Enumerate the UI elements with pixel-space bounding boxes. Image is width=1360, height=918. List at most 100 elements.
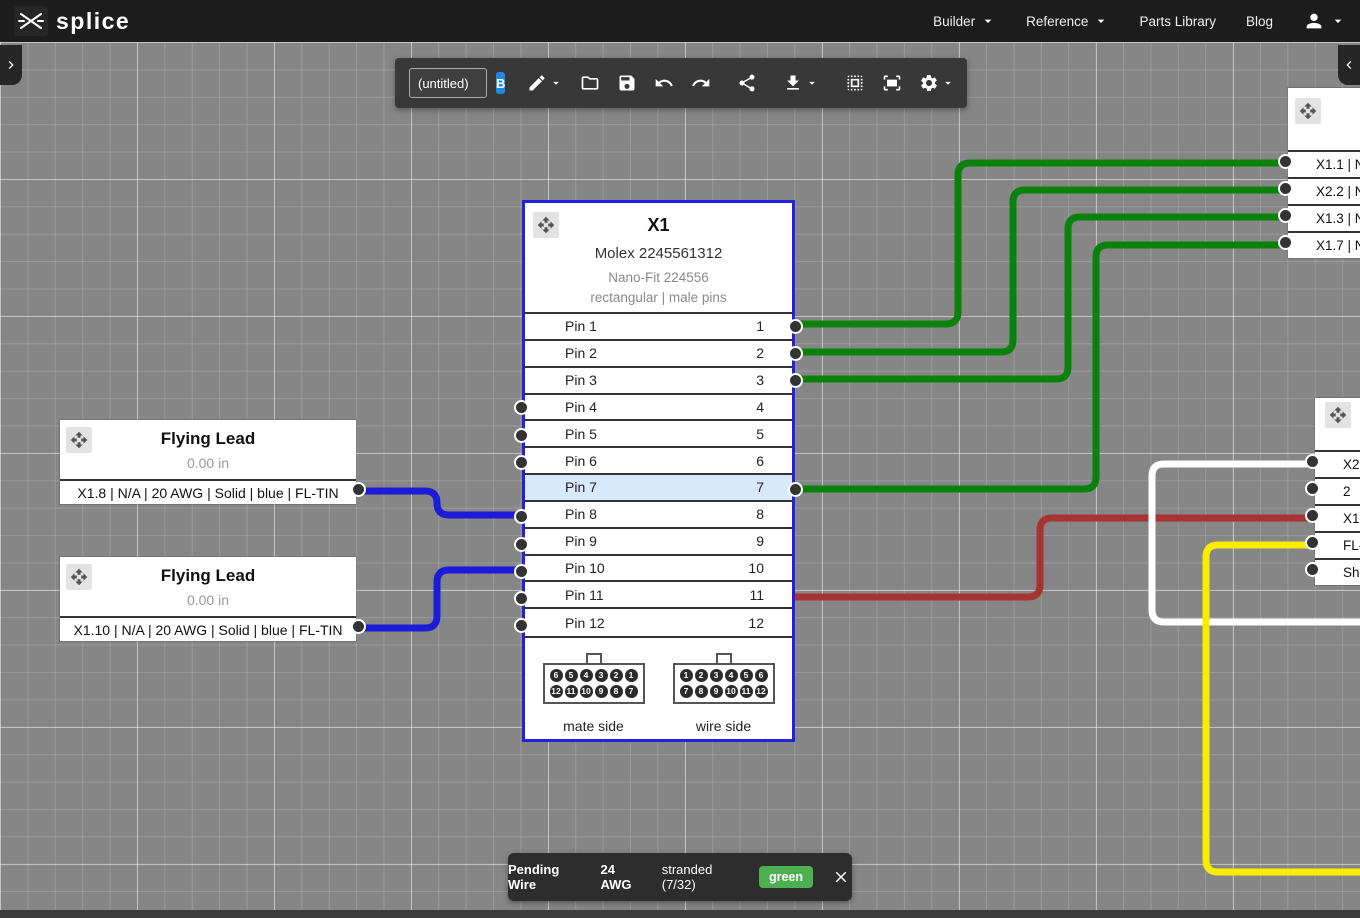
edit-tool-button[interactable]: [523, 69, 567, 97]
pending-wire-gauge: 24 AWG: [600, 862, 644, 892]
nav-item-builder[interactable]: Builder: [933, 13, 996, 29]
pin-connector-dot-7[interactable]: [788, 482, 803, 497]
connector-block-x1[interactable]: X1 Molex 2245561312 Nano-Fit 224556 rect…: [522, 200, 795, 742]
chevron-down-icon: [980, 13, 996, 29]
pin-connector-dot-4[interactable]: [514, 400, 529, 415]
diagram-canvas[interactable]: B: [0, 42, 1360, 910]
pin-list: Pin 11 Pin 22 Pin 33 Pin 44 Pin 55 Pin 6…: [525, 312, 792, 638]
flying-lead-wire-row[interactable]: X1.10 | N/A | 20 AWG | Solid | blue | FL…: [60, 616, 356, 641]
pending-wire-stranding: stranded (7/32): [662, 862, 742, 892]
fit-screen-button[interactable]: [878, 69, 906, 97]
pin-connector-dot-3[interactable]: [788, 373, 803, 388]
connector-key-tab: [716, 653, 732, 663]
move-handle-icon[interactable]: [1325, 402, 1351, 428]
pin-row-5[interactable]: Pin 55: [525, 421, 792, 448]
pin-connector-dot[interactable]: [1305, 535, 1320, 550]
wire-row[interactable]: X1.1 | N: [1288, 150, 1360, 177]
pin-row-6[interactable]: Pin 66: [525, 448, 792, 475]
nav-item-parts-library[interactable]: Parts Library: [1139, 14, 1216, 29]
connector-series: Nano-Fit 224556: [525, 270, 792, 285]
pin-connector-dot[interactable]: [1278, 154, 1293, 169]
brand[interactable]: splice: [14, 6, 130, 36]
left-panel-toggle[interactable]: [0, 45, 22, 85]
flying-lead-block-1[interactable]: Flying Lead 0.00 in X1.8 | N/A | 20 AWG …: [60, 420, 356, 504]
pin-connector-dot[interactable]: [1305, 508, 1320, 523]
close-pending-wire-button[interactable]: [830, 866, 852, 888]
pin-connector-dot[interactable]: [1305, 562, 1320, 577]
top-nav: splice Builder Reference Parts Library B…: [0, 0, 1360, 42]
green-wire-pin7[interactable]: [795, 245, 1286, 489]
move-handle-icon[interactable]: [66, 427, 92, 453]
pin-connector-dot-5[interactable]: [514, 428, 529, 443]
wire-row[interactable]: Shi: [1315, 558, 1360, 585]
wire-row[interactable]: FL-: [1315, 531, 1360, 558]
pin-connector-dot-2[interactable]: [788, 346, 803, 361]
right-panel-toggle[interactable]: [1338, 45, 1360, 85]
wire-row[interactable]: 2: [1315, 477, 1360, 504]
pin-row-11[interactable]: Pin 1111: [525, 582, 792, 609]
pin-connector-dot-6[interactable]: [514, 455, 529, 470]
flying-lead-length: 0.00 in: [60, 592, 356, 608]
pin-connector-dot[interactable]: [1278, 181, 1293, 196]
pin-connector-dot-9[interactable]: [514, 537, 529, 552]
wire-row[interactable]: X2.2 | N: [1288, 177, 1360, 204]
pin-connector-dot-1[interactable]: [788, 319, 803, 334]
chevron-down-icon: [549, 76, 563, 90]
pin-row-2[interactable]: Pin 22: [525, 341, 792, 368]
wire-row[interactable]: X1.: [1315, 504, 1360, 531]
move-handle-icon[interactable]: [66, 564, 92, 590]
pin-row-9[interactable]: Pin 99: [525, 529, 792, 556]
pin-connector-dot[interactable]: [351, 619, 366, 634]
harness-title-input[interactable]: [409, 68, 487, 98]
undo-button[interactable]: [650, 69, 678, 97]
pin-connector-dot-11[interactable]: [514, 591, 529, 606]
flying-lead-block-2[interactable]: Flying Lead 0.00 in X1.10 | N/A | 20 AWG…: [60, 557, 356, 641]
pin-row-4[interactable]: Pin 44: [525, 395, 792, 422]
save-icon: [617, 73, 637, 93]
pin-connector-dot[interactable]: [1305, 481, 1320, 496]
flying-lead-title: Flying Lead: [60, 557, 356, 586]
move-handle-icon[interactable]: [533, 212, 559, 238]
fit-screen-icon: [882, 73, 902, 93]
wire-row[interactable]: X1.3 | N: [1288, 204, 1360, 231]
nav-item-blog[interactable]: Blog: [1246, 14, 1273, 29]
connector-block-right-middle[interactable]: X2. 2 X1. FL- Shi: [1315, 398, 1360, 585]
nav-item-reference[interactable]: Reference: [1026, 13, 1109, 29]
wire-row[interactable]: X2.: [1315, 450, 1360, 477]
share-button[interactable]: [733, 69, 761, 97]
red-wire-pin11[interactable]: [795, 518, 1313, 597]
pin-row-8[interactable]: Pin 88: [525, 502, 792, 529]
wire-row[interactable]: X1.7 | N: [1288, 231, 1360, 258]
pin-connector-dot[interactable]: [351, 482, 366, 497]
download-button[interactable]: [779, 69, 823, 97]
blue-wire-pin8[interactable]: [357, 491, 521, 515]
pin-row-7-selected[interactable]: Pin 77: [525, 475, 792, 502]
pin-row-10[interactable]: Pin 1010: [525, 556, 792, 583]
pin-connector-dot-12[interactable]: [514, 618, 529, 633]
chevron-down-icon: [941, 76, 955, 90]
account-menu[interactable]: [1303, 10, 1346, 32]
pin-connector-dot[interactable]: [1278, 208, 1293, 223]
pin-connector-dot[interactable]: [1305, 454, 1320, 469]
blue-wire-pin10[interactable]: [357, 570, 521, 628]
pin-connector-dot-10[interactable]: [514, 564, 529, 579]
pin-row-12[interactable]: Pin 1212: [525, 609, 792, 636]
brand-name: splice: [56, 8, 130, 35]
flying-lead-wire-row[interactable]: X1.8 | N/A | 20 AWG | Solid | blue | FL-…: [60, 479, 356, 504]
yellow-wire[interactable]: [1206, 545, 1360, 872]
pin-row-3[interactable]: Pin 33: [525, 368, 792, 395]
download-icon: [783, 73, 803, 93]
pin-connector-dot[interactable]: [1278, 235, 1293, 250]
connector-mpn: Molex 2245561312: [525, 245, 792, 262]
pin-row-1[interactable]: Pin 11: [525, 314, 792, 341]
builder-toolbar: B: [395, 58, 967, 108]
open-button[interactable]: [576, 69, 604, 97]
pin-connector-dot-8[interactable]: [514, 509, 529, 524]
connector-title: X1: [525, 215, 792, 236]
move-handle-icon[interactable]: [1295, 98, 1321, 124]
redo-button[interactable]: [687, 69, 715, 97]
connector-block-right-top[interactable]: X1.1 | N X2.2 | N X1.3 | N X1.7 | N: [1288, 88, 1360, 258]
save-button[interactable]: [613, 69, 641, 97]
select-all-button[interactable]: [841, 69, 869, 97]
settings-button[interactable]: [915, 69, 959, 97]
